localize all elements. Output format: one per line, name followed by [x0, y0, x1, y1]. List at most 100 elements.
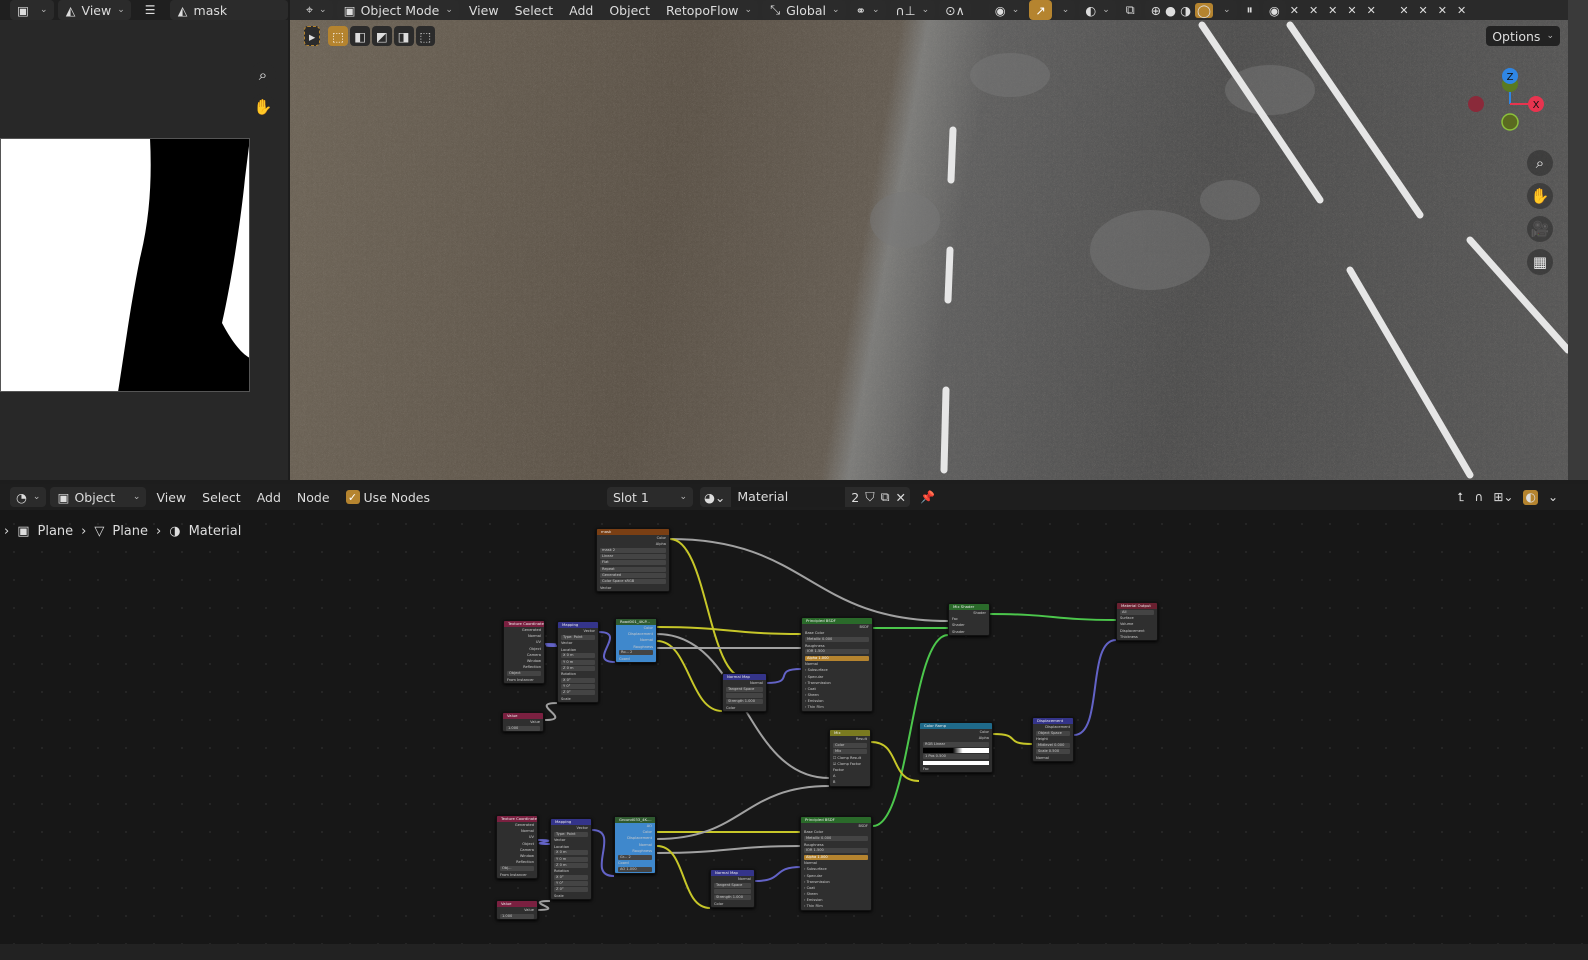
node-tex1[interactable]: Road001_4K-P... Color Displacement Normal Ro…: [615, 618, 657, 664]
snap-icon[interactable]: ∩: [1475, 490, 1484, 505]
node-field[interactable]: Linear: [600, 554, 666, 560]
sidebar-toggle[interactable]: [1568, 0, 1588, 480]
parent-node-tree-icon[interactable]: ⮤: [1457, 490, 1464, 505]
select-subtract-button[interactable]: ◩: [371, 26, 392, 46]
node-socket-row[interactable]: AO 1.000: [615, 866, 655, 872]
menu-add[interactable]: Add: [251, 487, 287, 507]
node-mixs[interactable]: Mix Shader Shader Fac Shader Shader: [948, 603, 990, 636]
use-nodes-checkbox[interactable]: ✓ Use Nodes: [340, 487, 436, 507]
node-field[interactable]: Tangent Space: [714, 882, 751, 888]
node-field[interactable]: X 0 m: [554, 850, 588, 856]
node-field[interactable]: Metallic 0.000: [804, 835, 868, 841]
node-field[interactable]: X 0°: [561, 678, 595, 684]
node-val2[interactable]: Value Value 1.000: [496, 900, 538, 921]
hand-pan-icon[interactable]: ✋: [1527, 183, 1553, 209]
hand-pan-icon[interactable]: ✋: [250, 94, 276, 120]
editor-type-button[interactable]: ▣ ⌄: [10, 0, 54, 20]
view-layer-button[interactable]: ◉: [1262, 0, 1286, 20]
zoom-icon[interactable]: ⌕: [1527, 150, 1553, 176]
hamburger-icon[interactable]: ☰: [145, 3, 156, 17]
node-map1[interactable]: Mapping Vector Type: Point Vector Location X …: [557, 621, 599, 704]
gizmo-neg-x[interactable]: [1468, 96, 1484, 112]
editor-type-button[interactable]: ◔ ⌄: [10, 487, 47, 507]
node-ramp[interactable]: Color Ramp Color Alpha RGB Linear 1 Pos 0.50…: [919, 722, 993, 774]
select-new-button[interactable]: ⬚: [328, 26, 349, 46]
node-tc2[interactable]: Texture Coordinate Generated Normal UV Objec…: [496, 815, 538, 879]
node-mask[interactable]: mask Color Alpha mask 2 Linear Flat Repeat Gene…: [596, 528, 670, 592]
select-extend-button[interactable]: ◧: [350, 26, 370, 46]
node-field[interactable]: Object: [507, 670, 541, 676]
node-field[interactable]: Z 0°: [561, 690, 595, 696]
3d-viewport[interactable]: ▸ ⬚ ◧ ◩ ◨ ⬚ Options ⌄ Z X ⌕ ✋ 🎥 ▦: [290, 20, 1568, 480]
node-field[interactable]: 1.000: [500, 913, 534, 919]
node-out[interactable]: Material Output All Surface Volume Displacem…: [1116, 602, 1158, 641]
menu-node[interactable]: Node: [291, 487, 336, 507]
ortho-grid-icon[interactable]: ▦: [1527, 249, 1553, 275]
snap-button[interactable]: ∩ ⊥ ⌄: [889, 0, 936, 20]
collection-toggles[interactable]: ✕✕✕✕✕ ✕✕✕✕: [1290, 4, 1476, 17]
node-disp[interactable]: Displacement Displacement Object Space Heig…: [1032, 717, 1074, 763]
node-field[interactable]: Y 0 m: [561, 659, 595, 665]
node-field[interactable]: Strength 1.000: [714, 895, 751, 901]
node-field[interactable]: Alpha 1.000: [804, 854, 868, 860]
gizmo-toggle[interactable]: ↗: [1029, 0, 1052, 20]
rendered-shading-icon[interactable]: ◯: [1195, 2, 1213, 18]
node-field[interactable]: X 0 m: [561, 653, 595, 659]
node-field[interactable]: Color Space sRGB: [600, 578, 666, 584]
orientation-selector[interactable]: ⤡ Global ⌄: [762, 0, 846, 20]
node-map2[interactable]: Mapping Vector Type: Point Vector Location X …: [550, 818, 592, 901]
node-field[interactable]: Z 0 m: [554, 862, 588, 868]
visibility-button[interactable]: ◉ ⌄: [988, 0, 1026, 20]
unlink-x-icon[interactable]: ✕: [896, 490, 906, 505]
node-tex2[interactable]: Ground033_4K-... AO Color Displacement Norma…: [614, 816, 656, 874]
menu-add[interactable]: Add: [563, 0, 599, 20]
node-field[interactable]: Z 0°: [554, 887, 588, 893]
node-field[interactable]: Tangent Space: [726, 686, 763, 692]
node-field[interactable]: X 0°: [554, 875, 588, 881]
node-nm1[interactable]: Normal Map Normal Tangent Space Strength 1.…: [722, 673, 767, 712]
node-field[interactable]: Metallic 0.000: [805, 636, 869, 642]
pivot-button[interactable]: ⚭ ⌄: [849, 0, 886, 20]
node-socket-row[interactable]: 1.000: [503, 725, 543, 731]
menu-select[interactable]: Select: [196, 487, 247, 507]
material-name-field[interactable]: Material: [731, 487, 846, 507]
node-field[interactable]: Flat: [600, 560, 666, 566]
node-field[interactable]: Repeat: [600, 566, 666, 572]
node-field[interactable]: 1.000: [506, 725, 540, 731]
node-field[interactable]: [726, 692, 763, 698]
node-field[interactable]: Z 0 m: [561, 665, 595, 671]
menu-view[interactable]: View: [150, 487, 192, 507]
retopoflow-menu[interactable]: RetopoFlow ⌄: [660, 0, 759, 20]
menu-object[interactable]: Object: [603, 0, 656, 20]
node-bsdf2[interactable]: Principled BSDF BSDF Base Color Metallic 0.…: [800, 816, 872, 911]
node-tc1[interactable]: Texture Coordinate Generated Normal UV Objec…: [503, 620, 545, 684]
node-field[interactable]: Generated: [600, 572, 666, 578]
node-field[interactable]: Object Space: [1036, 730, 1070, 736]
select-invert-button[interactable]: ◨: [393, 26, 414, 46]
node-field[interactable]: Alpha 1.000: [805, 655, 869, 661]
fake-user-shield-icon[interactable]: ⛉: [865, 489, 874, 505]
material-sphere-icon[interactable]: ◕⌄: [704, 490, 725, 505]
menu-view[interactable]: View: [463, 0, 505, 20]
editor-type-button[interactable]: ⌖ ⌄: [300, 0, 333, 20]
node-field[interactable]: Ro... 2: [619, 650, 653, 656]
node-field[interactable]: RGB Linear: [923, 741, 989, 747]
node-bsdf1[interactable]: Principled BSDF BSDF Base Color Metallic 0.…: [801, 617, 873, 712]
pin-icon[interactable]: 📌: [920, 490, 935, 504]
node-field[interactable]: Obj...: [500, 865, 534, 871]
material-shading-icon[interactable]: ◑: [1180, 3, 1191, 18]
shader-type-selector[interactable]: ▣ Object ⌄: [50, 487, 147, 507]
image-selector[interactable]: ◭ mask: [169, 0, 288, 20]
node-field[interactable]: Scale 0.500: [1036, 749, 1070, 755]
material-selector[interactable]: ◕⌄ Material 2 ⛉ ⧉ ✕: [700, 487, 910, 507]
proportional-edit-button[interactable]: ⊙ ∧: [939, 0, 971, 20]
node-field[interactable]: Strength 1.000: [726, 699, 763, 705]
node-field[interactable]: Y 0°: [554, 881, 588, 887]
pause-button[interactable]: ⏸: [1240, 0, 1259, 20]
node-field[interactable]: All: [1120, 609, 1154, 615]
node-field[interactable]: [714, 888, 751, 894]
overlay-icon[interactable]: ◐: [1523, 489, 1538, 505]
wireframe-shading-icon[interactable]: ⊕: [1151, 3, 1161, 18]
node-field[interactable]: IOR 1.500: [804, 848, 868, 854]
overlays-button[interactable]: ◐ ⌄: [1079, 0, 1116, 20]
